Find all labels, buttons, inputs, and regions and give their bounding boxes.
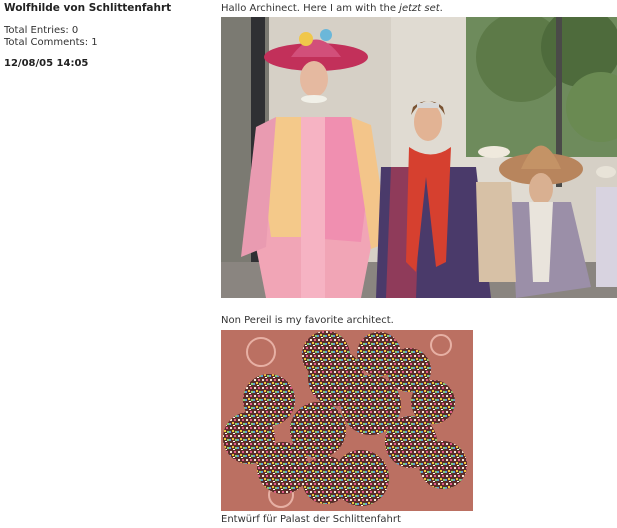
fashion-photo-illustration bbox=[221, 17, 617, 298]
total-entries: Total Entries: 0 bbox=[4, 25, 79, 36]
post-greeting: Hallo Archinect. Here I am with the jetz… bbox=[221, 3, 443, 15]
greeting-end: . bbox=[439, 3, 443, 14]
bottom-caption: Entwürf für Palast der Schlittenfahrt bbox=[221, 514, 401, 525]
total-comments: Total Comments: 1 bbox=[4, 37, 98, 48]
middle-caption: Non Pereil is my favorite architect. bbox=[221, 315, 394, 326]
greeting-emphasis: jetzt set bbox=[399, 3, 440, 14]
author-name: Wolfhilde von Schlittenfahrt bbox=[4, 2, 172, 14]
fashion-photo bbox=[221, 17, 617, 298]
greeting-text: Hallo Archinect. Here I am with the bbox=[221, 3, 400, 14]
sprinkle-candy-photo bbox=[221, 330, 473, 511]
post-date: 12/08/05 14:05 bbox=[4, 58, 89, 69]
author-sidebar: Wolfhilde von Schlittenfahrt Total Entri… bbox=[4, 2, 204, 69]
candy-photo-illustration bbox=[221, 330, 473, 511]
